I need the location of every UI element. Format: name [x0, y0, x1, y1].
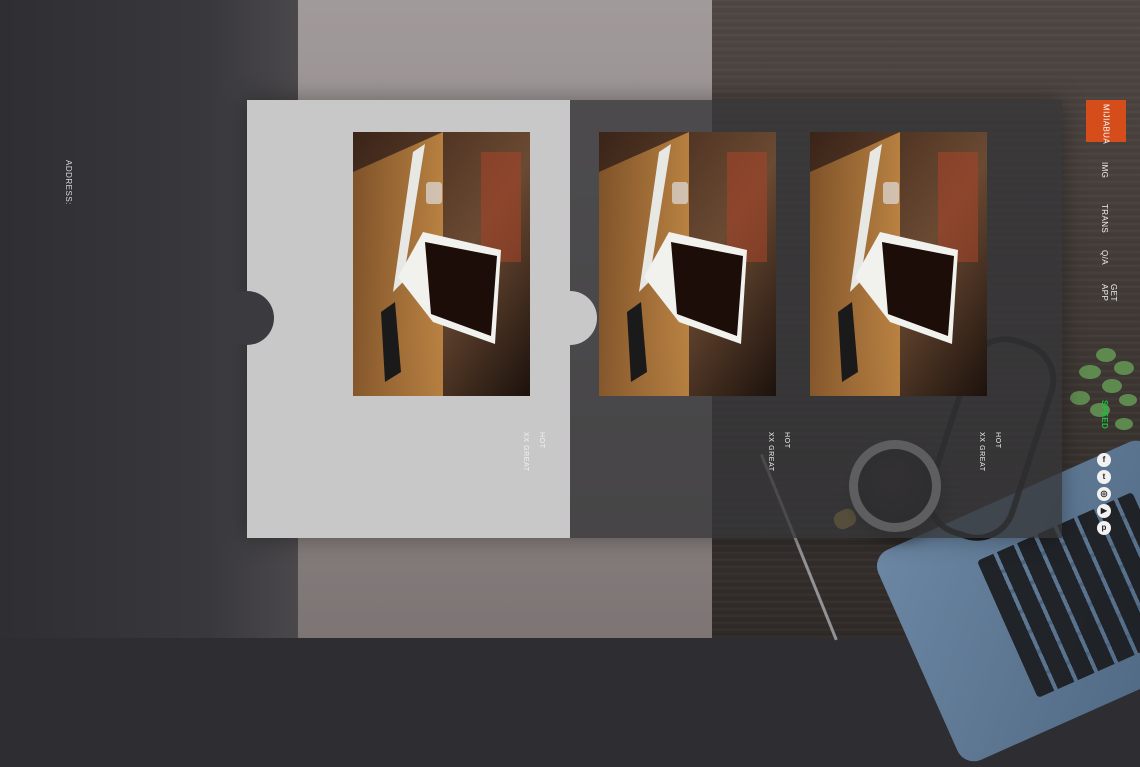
panel-notch [543, 291, 597, 345]
facebook-icon[interactable]: f [1097, 453, 1111, 467]
card-subtitle: XX GREAT [767, 432, 774, 472]
card-subtitle: XX GREAT [978, 432, 985, 472]
card-caption[interactable]: HOT XX GREAT [762, 432, 794, 472]
twitter-icon[interactable]: t [1097, 470, 1111, 484]
address-label: ADDRESS: [64, 160, 73, 205]
speed-label[interactable]: SPEED [1100, 400, 1109, 429]
card-subtitle: XX GREAT [522, 432, 529, 472]
panel-notch [220, 291, 274, 345]
pinterest-icon[interactable]: p [1097, 521, 1111, 535]
card-title: HOT [783, 432, 790, 449]
card-title: HOT [994, 432, 1001, 449]
card-title: HOT [538, 432, 545, 449]
card-caption[interactable]: HOT XX GREAT [517, 432, 549, 472]
instagram-icon[interactable]: ◎ [1097, 487, 1111, 501]
nav-item-trans[interactable]: TRANS [1100, 204, 1109, 233]
nav-item-img[interactable]: IMG [1100, 162, 1109, 178]
card-caption[interactable]: HOT XX GREAT [973, 432, 1005, 472]
card-image[interactable] [810, 132, 987, 396]
card-image[interactable] [353, 132, 530, 396]
nav-item-label: MIJIABUA [1101, 104, 1111, 145]
youtube-icon[interactable]: ▶ [1097, 504, 1111, 518]
social-links: f t ◎ ▶ p [1097, 453, 1111, 538]
card-image[interactable] [599, 132, 776, 396]
nav-item-qa[interactable]: Q/A [1100, 250, 1109, 265]
nav-item-get-app[interactable]: GET APP [1100, 284, 1118, 302]
nav-item-home[interactable]: MIJIABUA [1086, 100, 1126, 145]
gallery-panel: HOT XX GREAT HOT XX GREAT HOT XX GREAT [220, 100, 1062, 538]
